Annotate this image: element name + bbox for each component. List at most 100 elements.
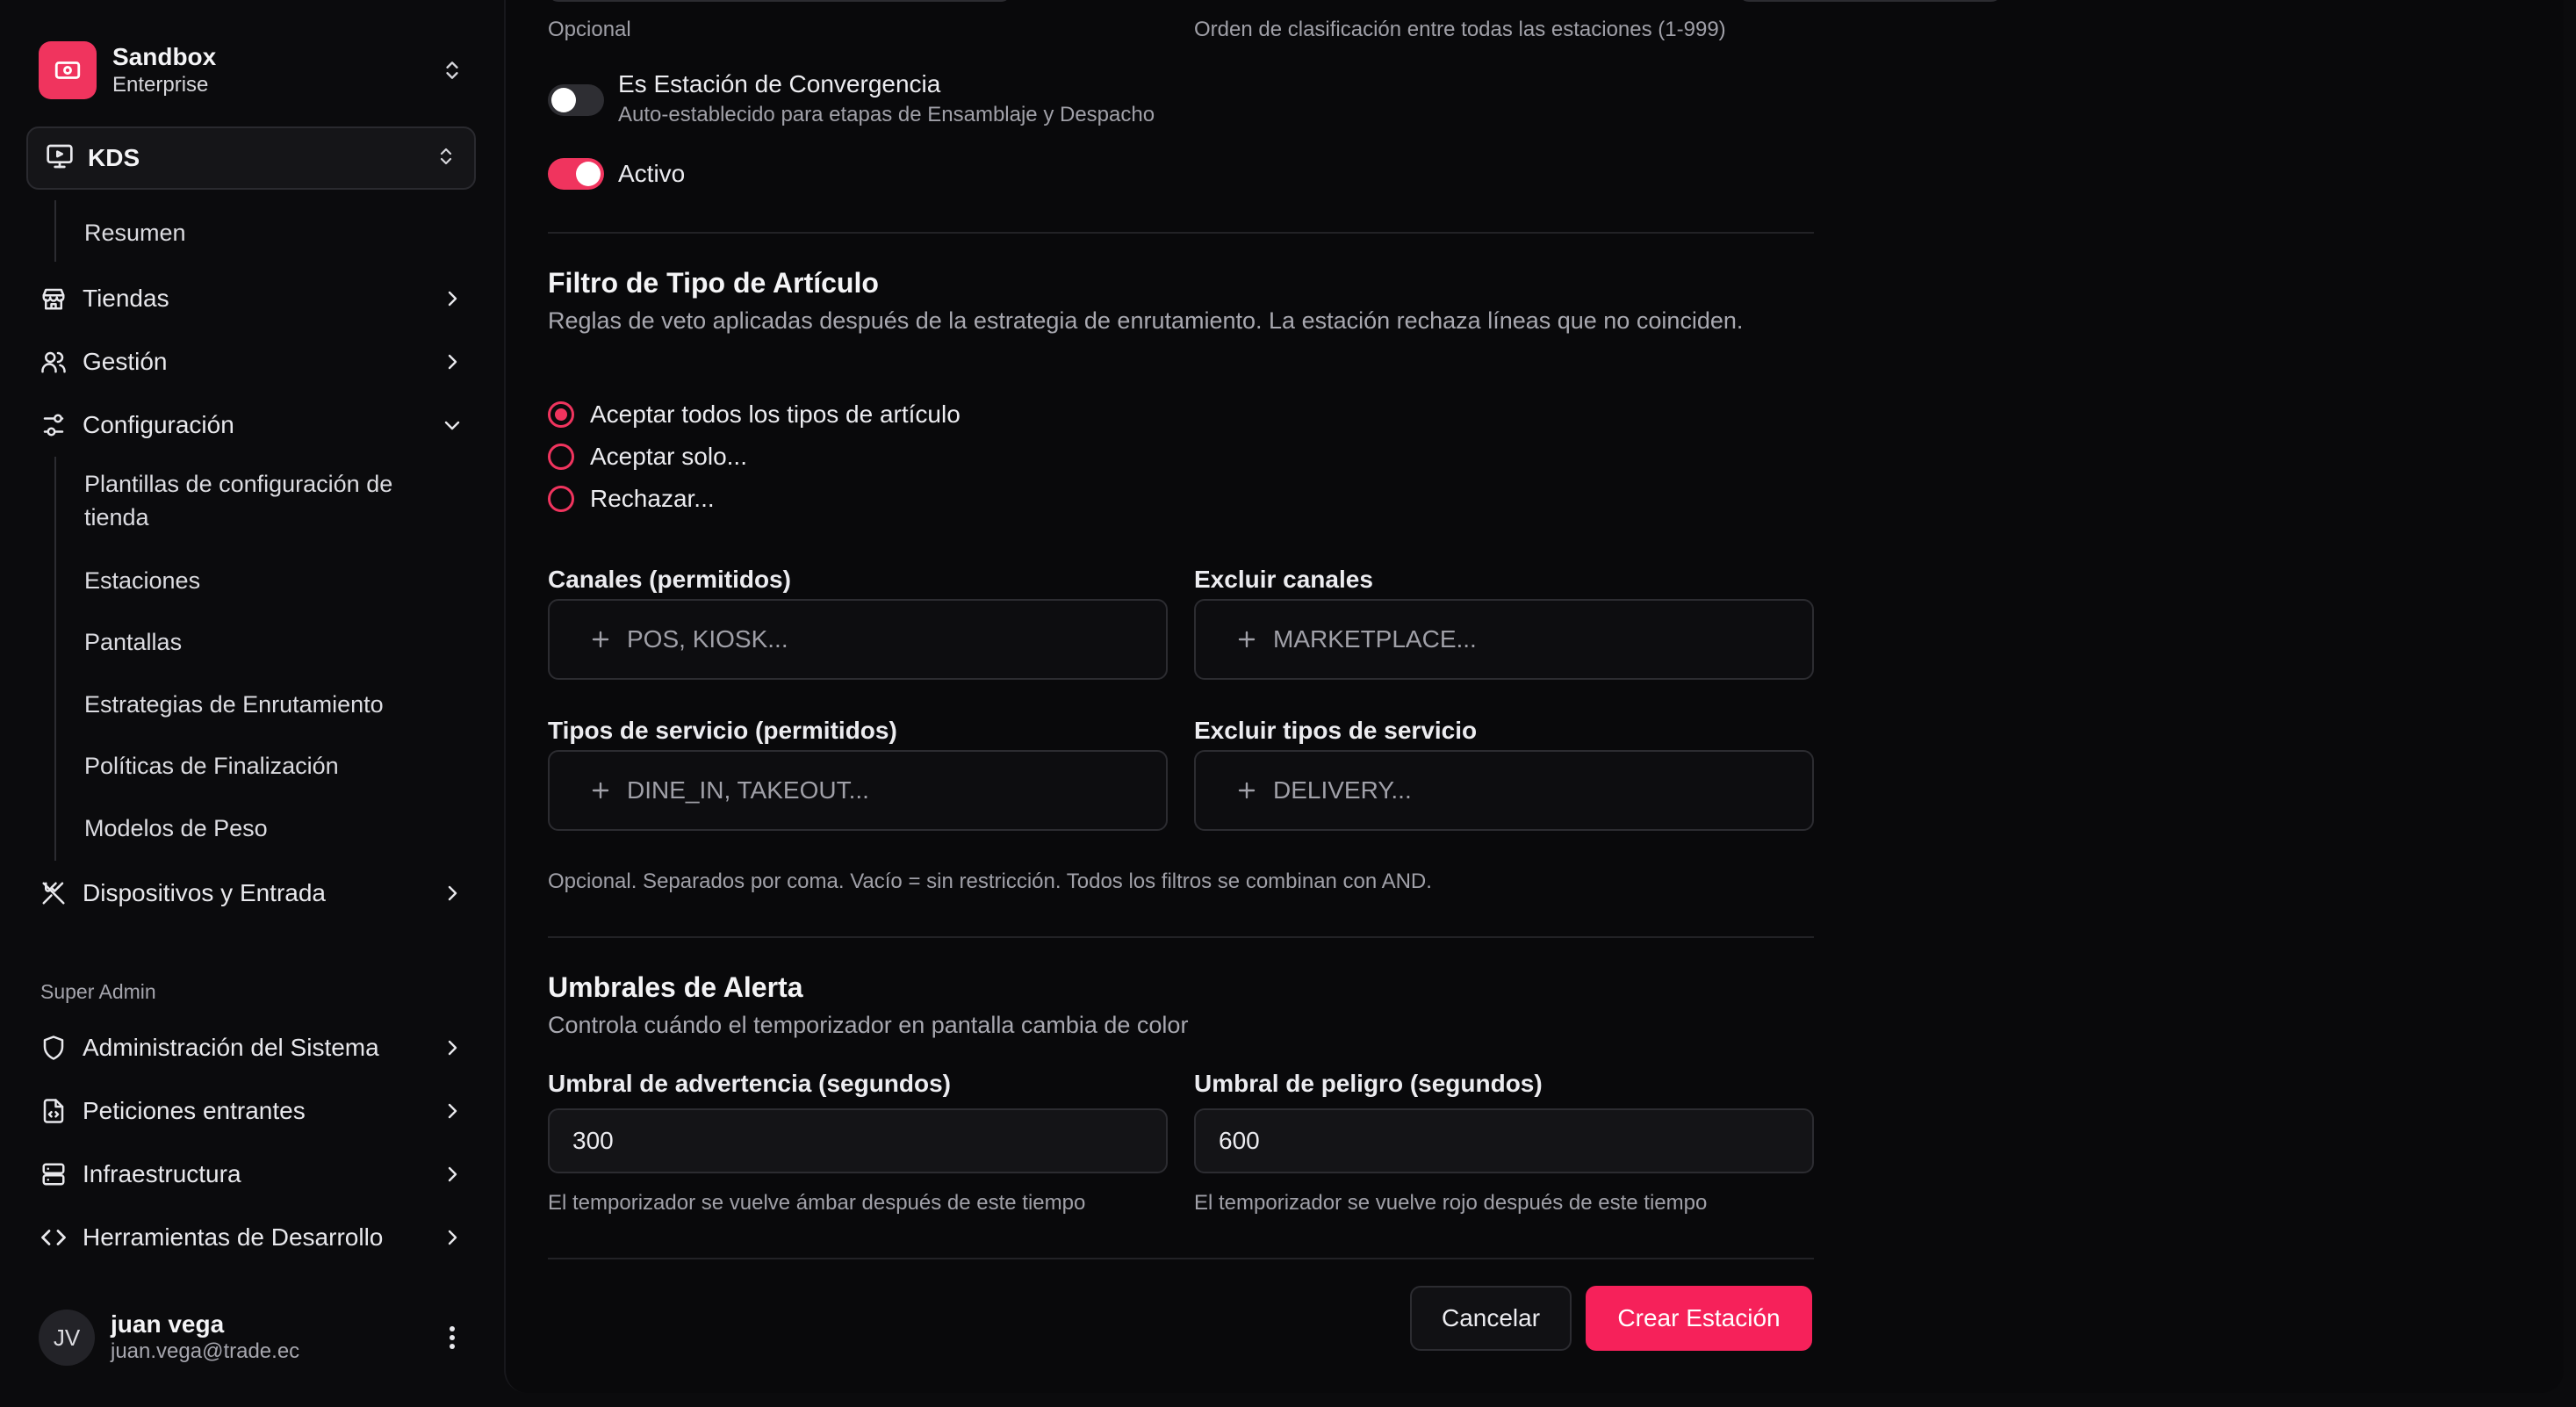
cancel-button[interactable]: Cancelar bbox=[1410, 1286, 1572, 1351]
sidebar-item-estrategias[interactable]: Estrategias de Enrutamiento bbox=[84, 688, 453, 721]
radio-reject[interactable]: Rechazar... bbox=[548, 485, 715, 513]
channels-excluded-label: Excluir canales bbox=[1194, 566, 1373, 593]
sidebar-item-resumen[interactable]: Resumen bbox=[84, 216, 453, 249]
sidebar-item-label: Peticiones entrantes bbox=[83, 1097, 306, 1124]
app-selector[interactable]: KDS bbox=[26, 126, 476, 190]
radio-label: Aceptar todos los tipos de artículo bbox=[590, 400, 961, 428]
sidebar-item-dispositivos[interactable]: Dispositivos y Entrada bbox=[39, 869, 465, 917]
radio-unselected bbox=[548, 444, 574, 470]
submenu-guide bbox=[54, 457, 56, 861]
main-panel: Opcional Orden de clasificación entre to… bbox=[504, 0, 2564, 1393]
sidebar: Sandbox Enterprise KDS Resumen Tiendas G… bbox=[0, 0, 504, 1407]
chevron-right-icon bbox=[439, 1161, 465, 1187]
utensils-crossed-icon bbox=[39, 878, 68, 908]
danger-threshold-input[interactable]: 600 bbox=[1194, 1108, 1814, 1173]
radio-accept-only[interactable]: Aceptar solo... bbox=[548, 443, 747, 471]
user-email: juan.vega@trade.ec bbox=[111, 1339, 300, 1363]
channels-excluded-input[interactable]: MARKETPLACE... bbox=[1194, 599, 1814, 680]
sidebar-item-modelos[interactable]: Modelos de Peso bbox=[84, 812, 453, 845]
sidebar-item-label: Administración del Sistema bbox=[83, 1034, 379, 1061]
avatar: JV bbox=[39, 1310, 95, 1366]
plus-icon bbox=[1238, 782, 1256, 799]
sidebar-item-tiendas[interactable]: Tiendas bbox=[39, 275, 465, 322]
active-toggle[interactable] bbox=[548, 158, 604, 190]
code-icon bbox=[39, 1223, 68, 1252]
user-name: juan vega bbox=[111, 1310, 225, 1338]
sidebar-item-pantallas[interactable]: Pantallas bbox=[84, 625, 453, 659]
radio-selected bbox=[548, 401, 574, 428]
chevron-right-icon bbox=[439, 1035, 465, 1061]
previous-input-edge bbox=[548, 0, 1011, 2]
channels-allowed-placeholder: POS, KIOSK... bbox=[627, 625, 788, 653]
monitor-icon bbox=[46, 142, 74, 175]
org-logo-icon bbox=[39, 41, 97, 99]
create-station-button[interactable]: Crear Estación bbox=[1586, 1286, 1812, 1351]
chevron-right-icon bbox=[439, 349, 465, 375]
sort-order-hint: Orden de clasificación entre todas las e… bbox=[1194, 18, 1726, 41]
store-icon bbox=[39, 284, 68, 314]
radio-accept-all[interactable]: Aceptar todos los tipos de artículo bbox=[548, 400, 961, 429]
service-allowed-placeholder: DINE_IN, TAKEOUT... bbox=[627, 776, 869, 804]
sidebar-item-estaciones[interactable]: Estaciones bbox=[84, 564, 453, 597]
sidebar-item-label: Dispositivos y Entrada bbox=[83, 879, 327, 906]
channels-allowed-label: Canales (permitidos) bbox=[548, 566, 791, 593]
plus-icon bbox=[1238, 631, 1256, 648]
user-menu[interactable]: JV juan vega juan.vega@trade.ec bbox=[39, 1307, 465, 1368]
alerts-title: Umbrales de Alerta bbox=[548, 971, 803, 1003]
settings-sliders-icon bbox=[39, 410, 68, 440]
channels-allowed-input[interactable]: POS, KIOSK... bbox=[548, 599, 1168, 680]
chevron-down-icon bbox=[439, 412, 465, 438]
sidebar-item-politicas[interactable]: Políticas de Finalización bbox=[84, 749, 453, 783]
optional-hint: Opcional bbox=[548, 18, 631, 41]
sidebar-item-label: Configuración bbox=[83, 411, 234, 438]
sidebar-item-admin-sistema[interactable]: Administración del Sistema bbox=[39, 1024, 465, 1071]
users-icon bbox=[39, 347, 68, 377]
sidebar-item-gestion[interactable]: Gestión bbox=[39, 338, 465, 386]
sidebar-item-label: Tiendas bbox=[83, 285, 169, 312]
danger-threshold-label: Umbral de peligro (segundos) bbox=[1194, 1070, 1543, 1097]
org-name: Sandbox bbox=[112, 43, 217, 70]
shield-icon bbox=[39, 1033, 68, 1063]
radio-unselected bbox=[548, 486, 574, 512]
danger-threshold-hint: El temporizador se vuelve rojo después d… bbox=[1194, 1191, 1708, 1215]
item-filter-title: Filtro de Tipo de Artículo bbox=[548, 267, 879, 299]
previous-input-edge bbox=[1738, 0, 2002, 2]
chevrons-up-down-icon bbox=[435, 144, 457, 173]
convergence-toggle[interactable] bbox=[548, 84, 604, 116]
org-plan: Enterprise bbox=[112, 73, 209, 97]
active-label: Activo bbox=[618, 160, 686, 187]
more-vertical-icon[interactable] bbox=[439, 1325, 465, 1350]
file-code-icon bbox=[39, 1096, 68, 1126]
chevron-right-icon bbox=[439, 1098, 465, 1124]
submenu-guide bbox=[54, 200, 56, 262]
chevron-right-icon bbox=[439, 285, 465, 312]
radio-label: Rechazar... bbox=[590, 485, 715, 512]
service-excluded-label: Excluir tipos de servicio bbox=[1194, 717, 1478, 744]
sidebar-item-configuracion[interactable]: Configuración bbox=[39, 401, 465, 449]
sidebar-item-peticiones[interactable]: Peticiones entrantes bbox=[39, 1087, 465, 1135]
item-filter-description: Reglas de veto aplicadas después de la e… bbox=[548, 307, 1744, 334]
divider bbox=[548, 1258, 1814, 1259]
app-selector-label: KDS bbox=[88, 144, 140, 171]
server-icon bbox=[39, 1159, 68, 1189]
filters-hint: Opcional. Separados por coma. Vacío = si… bbox=[548, 869, 1432, 893]
sidebar-item-label: Herramientas de Desarrollo bbox=[83, 1223, 384, 1251]
service-excluded-input[interactable]: DELIVERY... bbox=[1194, 750, 1814, 831]
service-allowed-label: Tipos de servicio (permitidos) bbox=[548, 717, 897, 744]
sidebar-item-label: Gestión bbox=[83, 348, 168, 375]
sidebar-item-plantillas[interactable]: Plantillas de configuración de tienda bbox=[84, 467, 453, 534]
chevron-right-icon bbox=[439, 880, 465, 906]
sidebar-item-label: Infraestructura bbox=[83, 1160, 241, 1187]
sidebar-item-infraestructura[interactable]: Infraestructura bbox=[39, 1151, 465, 1198]
warning-threshold-input[interactable]: 300 bbox=[548, 1108, 1168, 1173]
service-excluded-placeholder: DELIVERY... bbox=[1273, 776, 1412, 804]
plus-icon bbox=[592, 631, 609, 648]
org-switcher[interactable]: Sandbox Enterprise bbox=[39, 40, 465, 100]
section-label-super-admin: Super Admin bbox=[40, 980, 156, 1003]
service-allowed-input[interactable]: DINE_IN, TAKEOUT... bbox=[548, 750, 1168, 831]
chevron-right-icon bbox=[439, 1224, 465, 1251]
convergence-label: Es Estación de Convergencia bbox=[618, 70, 941, 97]
radio-label: Aceptar solo... bbox=[590, 443, 747, 470]
warning-threshold-label: Umbral de advertencia (segundos) bbox=[548, 1070, 952, 1097]
sidebar-item-herramientas[interactable]: Herramientas de Desarrollo bbox=[39, 1214, 465, 1261]
